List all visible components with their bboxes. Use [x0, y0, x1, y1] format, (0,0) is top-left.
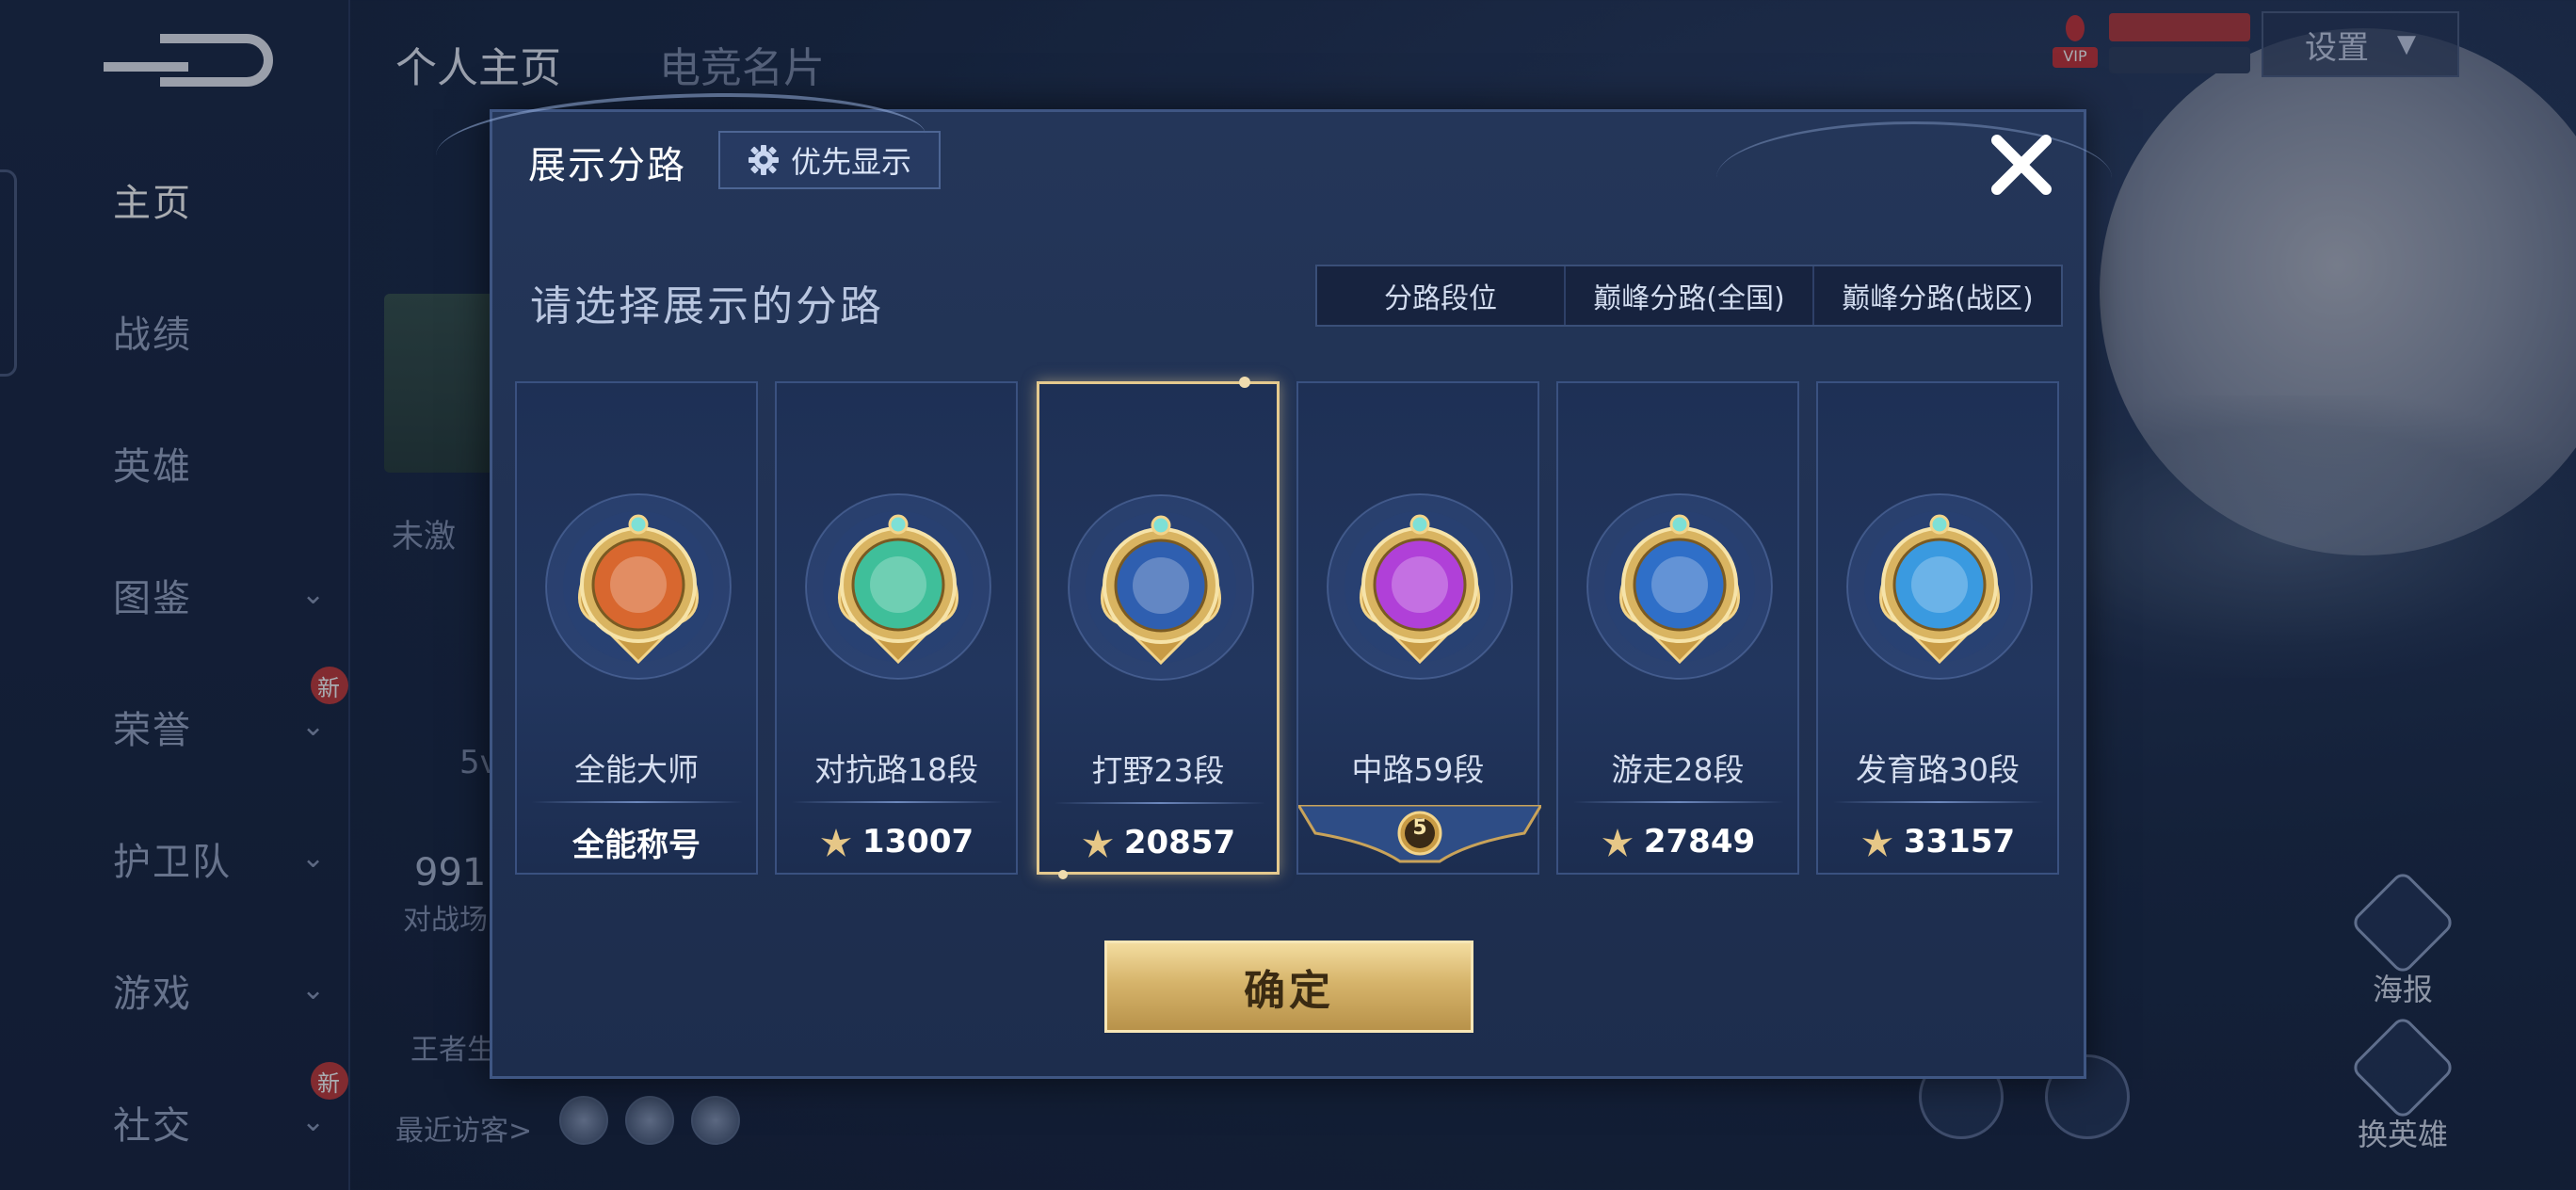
power-score: 20857: [1123, 824, 1236, 861]
card-divider: [1055, 802, 1265, 804]
lane-card-name: 发育路30段: [1856, 751, 2020, 788]
lane-display-dialog: 展示分路 优先显示 请选择展示的分路 分路段位 巅峰分路(全国) 巅峰分路(战区…: [436, 93, 2112, 1079]
power-score: 27849: [1643, 823, 1756, 860]
title-label: 全能称号: [572, 826, 700, 864]
selected-marker: [1239, 377, 1250, 388]
close-icon[interactable]: [1984, 127, 2059, 202]
allround-badge-icon: [544, 492, 733, 681]
power-score-icon: [1082, 829, 1113, 858]
lane-card-name: 对抗路18段: [814, 751, 978, 788]
card-divider: [792, 801, 1003, 803]
tab-peak-lane-region[interactable]: 巅峰分路(战区): [1814, 266, 2061, 325]
roam-badge-icon: [1586, 492, 1774, 681]
card-divider: [1573, 801, 1784, 803]
gear-icon: [748, 145, 779, 175]
lane-card[interactable]: 游走28段 27849: [1556, 381, 1799, 875]
lane-card-name: 全能大师: [574, 751, 699, 788]
lane-cards: 全能大师 全能称号 对抗路18段 13007 打野23段 20857 中路59段 5 游走28段…: [515, 377, 2069, 880]
priority-display-button[interactable]: 优先显示: [718, 131, 941, 189]
card-divider: [532, 801, 743, 803]
lane-card-footer: 27849: [1558, 809, 1797, 875]
lane-card-name: 打野23段: [1091, 752, 1225, 789]
confirm-button[interactable]: 确定: [1104, 941, 1473, 1033]
lane-card-name: 中路59段: [1351, 751, 1485, 788]
dialog-title: 展示分路: [528, 144, 686, 187]
mid-lane-badge-icon: [1326, 492, 1514, 681]
tab-lane-rank[interactable]: 分路段位: [1317, 266, 1566, 325]
farm-lane-badge-icon: [1845, 492, 2034, 681]
card-divider: [1833, 801, 2044, 803]
power-score-icon: [1602, 828, 1633, 857]
lane-card[interactable]: 打野23段 20857: [1037, 377, 1280, 879]
clash-lane-badge-icon: [804, 492, 992, 681]
priority-display-label: 优先显示: [790, 144, 911, 180]
jungle-badge-icon: [1067, 493, 1255, 682]
lane-card-footer: 33157: [1818, 809, 2057, 875]
lane-card-footer: 20857: [1039, 810, 1277, 876]
tab-peak-lane-national[interactable]: 巅峰分路(全国): [1566, 266, 1814, 325]
rank-ribbon: 5: [1296, 803, 1544, 876]
lane-card[interactable]: 发育路30段 33157: [1816, 381, 2059, 875]
lane-card-footer: 全能称号: [517, 809, 756, 875]
dialog-subtitle: 请选择展示的分路: [530, 282, 884, 330]
lane-card[interactable]: 全能大师 全能称号: [515, 381, 758, 875]
lane-card-name: 游走28段: [1611, 751, 1745, 788]
power-score: 13007: [861, 823, 974, 860]
lane-card[interactable]: 中路59段 5: [1296, 381, 1544, 876]
power-score: 33157: [1903, 823, 2016, 860]
lane-card[interactable]: 对抗路18段 13007: [775, 381, 1018, 875]
rank-number: 5: [1412, 816, 1427, 840]
power-score-icon: [820, 828, 851, 857]
lane-card-footer: 13007: [777, 809, 1016, 875]
power-score-icon: [1861, 828, 1892, 857]
lane-tabs: 分路段位 巅峰分路(全国) 巅峰分路(战区): [1315, 265, 2063, 327]
